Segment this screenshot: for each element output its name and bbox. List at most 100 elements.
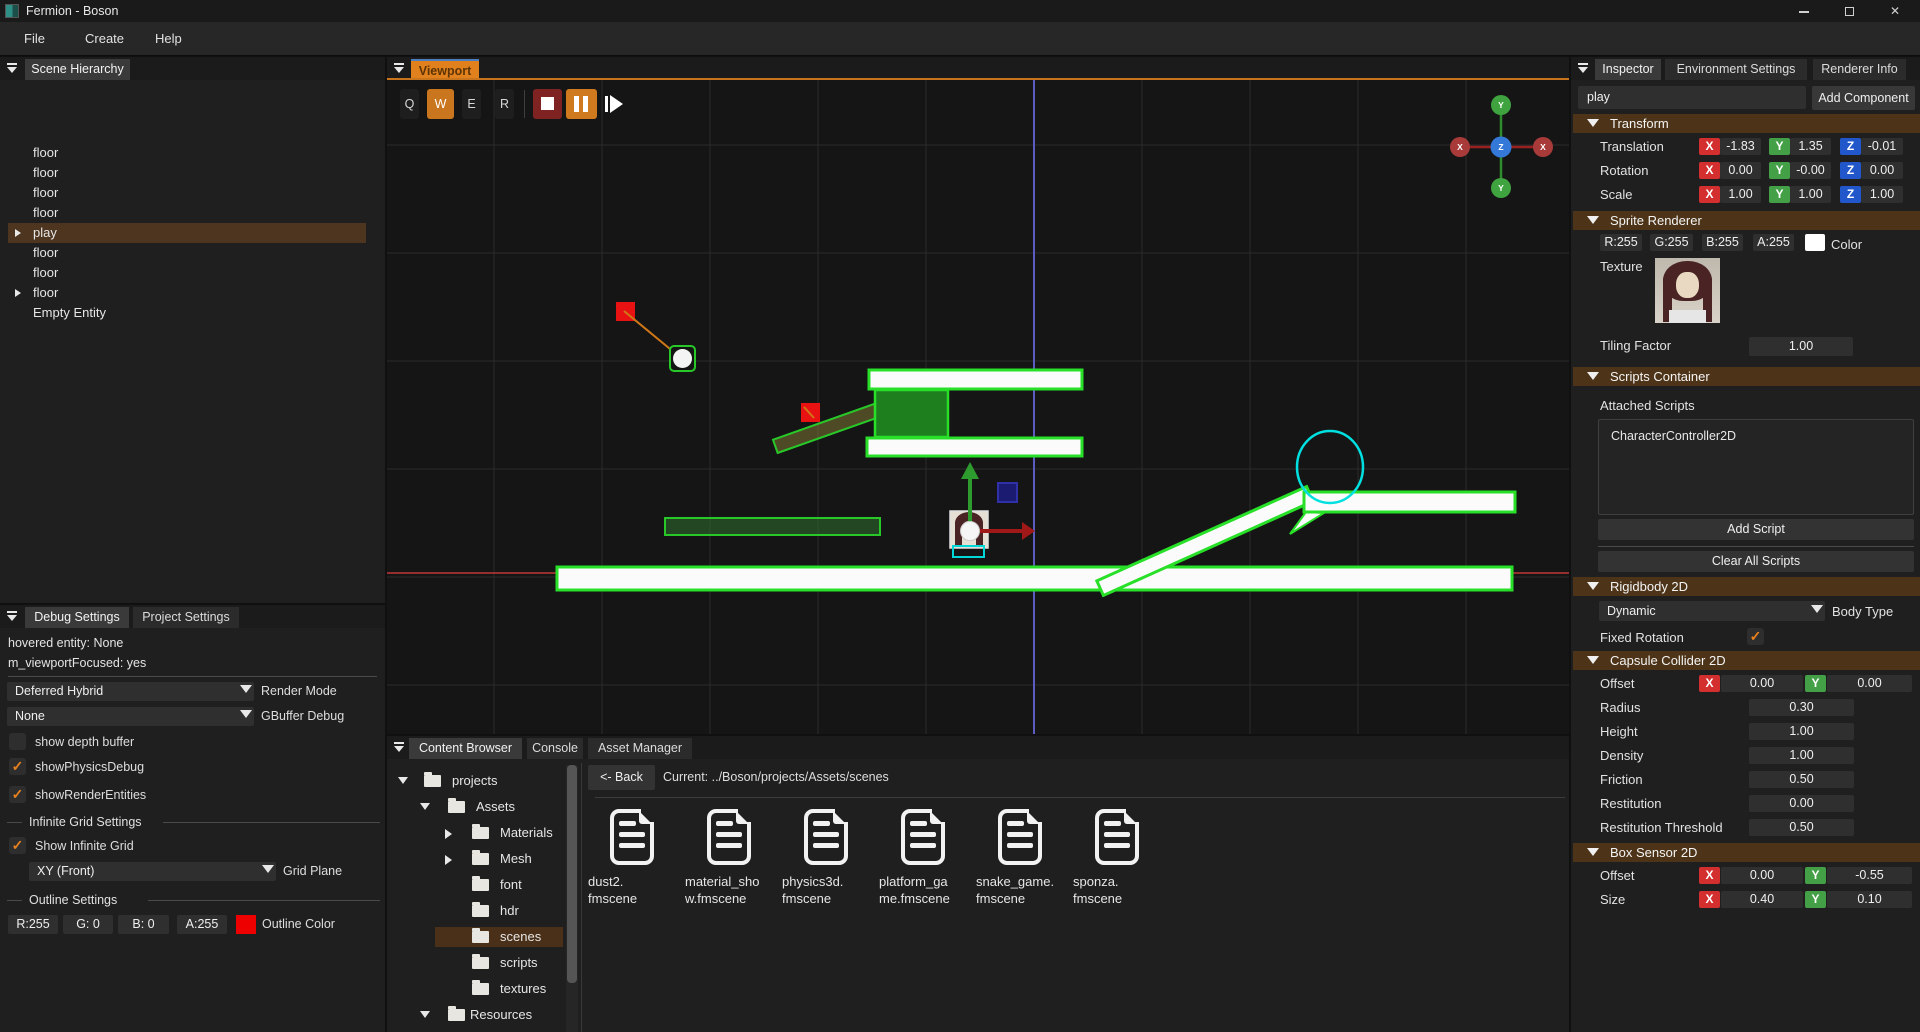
green-block[interactable]: [875, 390, 948, 437]
collapse-panel-icon[interactable]: [6, 610, 18, 622]
render-mode-dropdown[interactable]: Deferred Hybrid: [7, 682, 254, 701]
show-physics-debug-checkbox[interactable]: ✓: [9, 758, 26, 775]
box-sensor-header[interactable]: Box Sensor 2D: [1573, 843, 1920, 862]
tree-expand-icon[interactable]: [445, 855, 452, 865]
capsule-offset-y-field[interactable]: 0.00: [1827, 675, 1912, 692]
pause-button[interactable]: [566, 89, 597, 119]
stop-button[interactable]: [533, 89, 562, 119]
file-material-show[interactable]: material_show.fmscene: [685, 809, 777, 969]
collapse-panel-icon[interactable]: [393, 741, 405, 753]
hierarchy-item-empty-entity[interactable]: Empty Entity: [0, 303, 385, 323]
hierarchy-item-floor[interactable]: floor: [0, 203, 385, 223]
gbuffer-debug-dropdown[interactable]: None: [7, 707, 254, 726]
file-platform-game[interactable]: platform_game.fmscene: [879, 809, 971, 969]
maximize-button[interactable]: [1842, 4, 1856, 18]
scale-y-field[interactable]: 1.00: [1790, 186, 1831, 203]
sprite-a-value[interactable]: A:255: [1753, 234, 1794, 251]
capsule-collider-header[interactable]: Capsule Collider 2D: [1573, 651, 1920, 670]
collapse-panel-icon[interactable]: [1577, 62, 1589, 74]
radius-field[interactable]: 0.30: [1749, 699, 1854, 716]
sensor-size-y-field[interactable]: 0.10: [1827, 891, 1912, 908]
tiling-factor-field[interactable]: 1.00: [1749, 337, 1853, 356]
show-infinite-grid-checkbox[interactable]: ✓: [9, 837, 26, 854]
file-sponza[interactable]: sponza.fmscene: [1073, 809, 1165, 969]
tool-q-button[interactable]: Q: [400, 89, 419, 119]
density-field[interactable]: 1.00: [1749, 747, 1854, 764]
rotation-x-field[interactable]: 0.00: [1720, 162, 1761, 179]
scale-z-field[interactable]: 1.00: [1861, 186, 1903, 203]
hierarchy-item-floor[interactable]: floor: [0, 183, 385, 203]
tab-scene-hierarchy[interactable]: Scene Hierarchy: [25, 59, 130, 80]
back-button[interactable]: <- Back: [588, 765, 655, 790]
tab-environment-settings[interactable]: Environment Settings: [1665, 59, 1807, 80]
view-axis-gizmo[interactable]: Y Y X X Z: [1450, 95, 1553, 198]
expand-arrow-icon[interactable]: [15, 229, 21, 237]
outline-color-swatch[interactable]: [236, 915, 256, 934]
hierarchy-item-floor[interactable]: floor: [0, 263, 385, 283]
scripts-container-header[interactable]: Scripts Container: [1573, 367, 1920, 386]
outline-b-value[interactable]: B: 0: [118, 915, 169, 934]
file-dust2[interactable]: dust2.fmscene: [588, 809, 680, 969]
hierarchy-item-floor[interactable]: floor: [0, 143, 385, 163]
restitution-field[interactable]: 0.00: [1749, 795, 1854, 812]
scale-x-field[interactable]: 1.00: [1720, 186, 1761, 203]
friction-field[interactable]: 0.50: [1749, 771, 1854, 788]
body-type-dropdown[interactable]: Dynamic: [1599, 601, 1825, 621]
sensor-size-x-field[interactable]: 0.40: [1721, 891, 1803, 908]
file-physics3d[interactable]: physics3d.fmscene: [782, 809, 874, 969]
translation-z-field[interactable]: -0.01: [1861, 138, 1903, 155]
texture-thumbnail[interactable]: [1655, 258, 1720, 323]
add-component-button[interactable]: Add Component: [1812, 86, 1915, 110]
sprite-b-value[interactable]: B:255: [1702, 234, 1743, 251]
show-depth-buffer-checkbox[interactable]: [9, 733, 26, 750]
tree-scrollbar[interactable]: [566, 765, 578, 1032]
grid-plane-dropdown[interactable]: XY (Front): [29, 862, 276, 881]
gizmo-xy-plane-handle[interactable]: [998, 483, 1017, 502]
outline-g-value[interactable]: G: 0: [63, 915, 113, 934]
add-script-button[interactable]: Add Script: [1598, 519, 1914, 540]
translation-y-field[interactable]: 1.35: [1790, 138, 1831, 155]
hierarchy-item-floor[interactable]: floor: [0, 243, 385, 263]
close-button[interactable]: ✕: [1888, 4, 1902, 18]
hierarchy-item-floor[interactable]: floor: [0, 283, 385, 303]
script-list-item[interactable]: CharacterController2D: [1611, 429, 1913, 443]
tree-expand-icon[interactable]: [445, 829, 452, 839]
attached-scripts-list[interactable]: CharacterController2D: [1598, 419, 1914, 515]
sensor-bar[interactable]: [665, 518, 880, 535]
tab-content-browser[interactable]: Content Browser: [409, 738, 522, 759]
tool-e-button[interactable]: E: [462, 89, 481, 119]
sensor-offset-x-field[interactable]: 0.00: [1721, 867, 1803, 884]
tree-expand-icon[interactable]: [420, 1011, 430, 1018]
minimize-button[interactable]: [1797, 4, 1811, 18]
menu-file[interactable]: File: [24, 31, 45, 46]
gizmo-origin-handle[interactable]: [961, 522, 980, 541]
tree-expand-icon[interactable]: [420, 803, 430, 810]
outline-a-value[interactable]: A:255: [177, 915, 227, 934]
sprite-renderer-header[interactable]: Sprite Renderer: [1573, 211, 1920, 230]
show-render-entities-checkbox[interactable]: ✓: [9, 786, 26, 803]
clear-all-scripts-button[interactable]: Clear All Scripts: [1598, 551, 1914, 572]
restitution-threshold-field[interactable]: 0.50: [1749, 819, 1854, 836]
fixed-rotation-checkbox[interactable]: ✓: [1747, 628, 1764, 645]
ball-sprite[interactable]: [673, 349, 692, 368]
expand-arrow-icon[interactable]: [15, 289, 21, 297]
rotation-z-field[interactable]: 0.00: [1861, 162, 1903, 179]
scene-render[interactable]: Y Y X X Z: [387, 80, 1569, 734]
platform-top[interactable]: [869, 370, 1082, 389]
tab-project-settings[interactable]: Project Settings: [133, 607, 239, 628]
ramp-red-box[interactable]: [801, 403, 820, 422]
ground-platform[interactable]: [557, 567, 1512, 590]
outline-r-value[interactable]: R:255: [8, 915, 58, 934]
capsule-offset-x-field[interactable]: 0.00: [1721, 675, 1803, 692]
transform-header[interactable]: Transform: [1573, 114, 1920, 133]
scrollbar-thumb[interactable]: [567, 765, 577, 983]
tab-inspector[interactable]: Inspector: [1595, 59, 1661, 80]
menu-create[interactable]: Create: [85, 31, 124, 46]
step-frame-button[interactable]: [601, 89, 629, 119]
tree-expand-icon[interactable]: [398, 777, 408, 784]
file-snake-game[interactable]: snake_game.fmscene: [976, 809, 1068, 969]
entity-name-field[interactable]: play: [1578, 86, 1806, 109]
translation-x-field[interactable]: -1.83: [1720, 138, 1761, 155]
sprite-r-value[interactable]: R:255: [1600, 234, 1642, 251]
rigidbody-header[interactable]: Rigidbody 2D: [1573, 577, 1920, 596]
